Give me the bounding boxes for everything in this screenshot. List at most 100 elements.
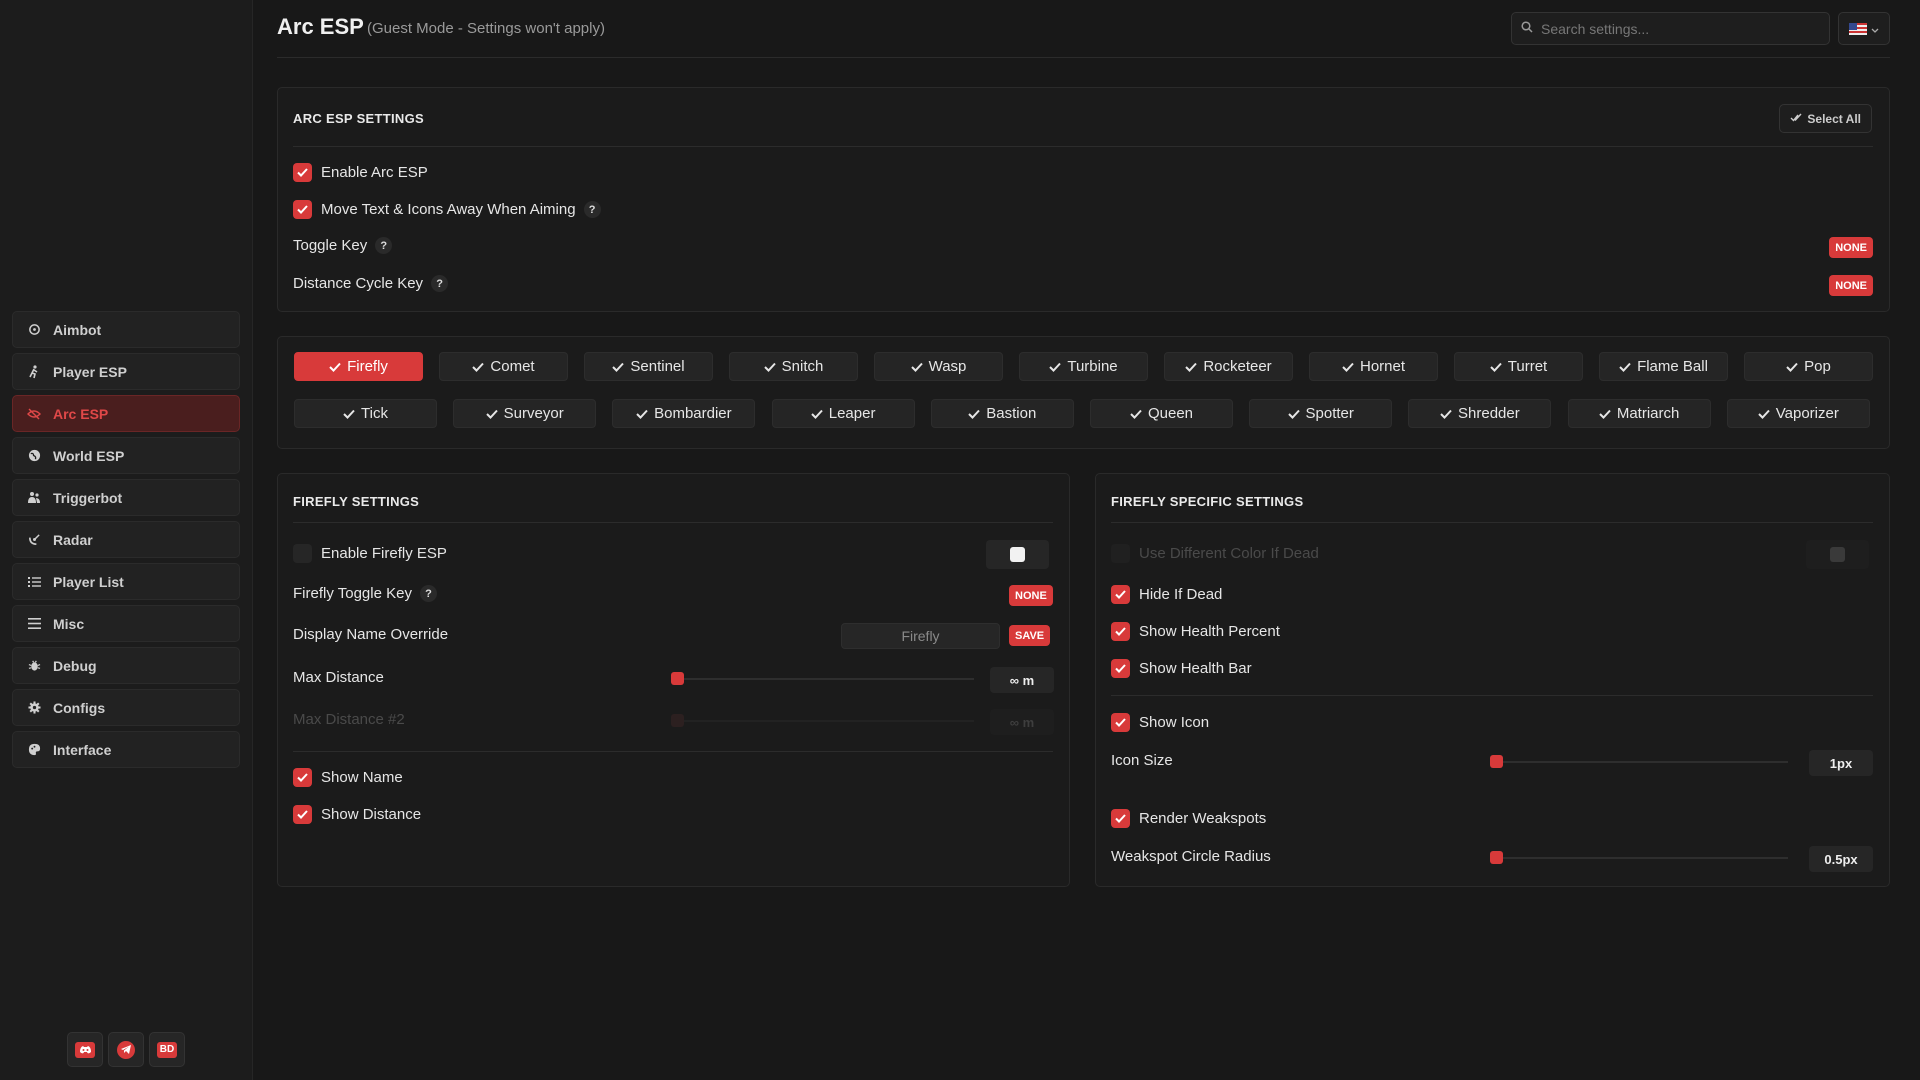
target-chip-queen[interactable]: Queen xyxy=(1090,399,1233,428)
sidebar-item-label: Misc xyxy=(53,615,85,632)
target-chip-vaporizer[interactable]: Vaporizer xyxy=(1726,399,1870,428)
icon-size-slider-track[interactable] xyxy=(1490,761,1788,763)
max-distance-value: ∞ m xyxy=(990,667,1054,693)
target-chip-pop[interactable]: Pop xyxy=(1744,352,1873,381)
target-chip-rocketeer[interactable]: Rocketeer xyxy=(1164,352,1293,381)
globe-icon xyxy=(27,449,41,463)
check-icon xyxy=(1130,409,1142,419)
sidebar-item-misc[interactable]: Misc xyxy=(12,605,240,642)
target-chip-label: Bastion xyxy=(986,405,1037,422)
display-name-save-button[interactable]: SAVE xyxy=(1009,625,1051,646)
enable-arc-esp-label: Enable Arc ESP xyxy=(321,164,428,181)
help-icon[interactable]: ? xyxy=(431,275,449,292)
move-text-checkbox[interactable] xyxy=(293,200,312,219)
show-icon-label: Show Icon xyxy=(1139,714,1210,731)
hide-if-dead-checkbox[interactable] xyxy=(1111,585,1130,604)
check-icon xyxy=(1287,409,1300,419)
discord-button[interactable] xyxy=(67,1032,103,1067)
page-header: Arc ESP (Guest Mode - Settings won't app… xyxy=(277,12,1890,58)
weakspot-radius-slider-track[interactable] xyxy=(1490,857,1788,859)
target-chip-comet[interactable]: Comet xyxy=(439,352,568,381)
enable-firefly-checkbox[interactable] xyxy=(293,544,312,563)
max-distance-slider-thumb[interactable] xyxy=(671,672,684,685)
max-distance-slider-track[interactable] xyxy=(671,678,974,680)
sidebar-nav: Aimbot Player ESP Arc ESP World ESP Trig… xyxy=(12,311,240,773)
target-chip-label: Rocketeer xyxy=(1203,358,1272,375)
sidebar-item-radar[interactable]: Radar xyxy=(12,521,240,558)
diff-color-dead-row: Use Different Color If Dead xyxy=(1111,544,1319,563)
target-chip-label: Turret xyxy=(1507,358,1548,375)
show-distance-checkbox[interactable] xyxy=(293,805,312,824)
select-all-label: Select All xyxy=(1807,111,1861,126)
telegram-button[interactable] xyxy=(108,1032,144,1067)
sidebar-item-player-list[interactable]: Player List xyxy=(12,563,240,600)
target-chip-turbine[interactable]: Turbine xyxy=(1019,352,1148,381)
sidebar-item-world-esp[interactable]: World ESP xyxy=(12,437,240,474)
firefly-color-picker[interactable] xyxy=(986,540,1049,569)
sidebar-item-aimbot[interactable]: Aimbot xyxy=(12,311,240,348)
target-chip-label: Surveyor xyxy=(503,405,564,422)
select-all-button[interactable]: Select All xyxy=(1779,104,1872,133)
firefly-toggle-key-bind-button[interactable]: NONE xyxy=(1009,585,1053,606)
divider xyxy=(293,146,1873,147)
sidebar-item-player-esp[interactable]: Player ESP xyxy=(12,353,240,390)
search-box[interactable] xyxy=(1511,12,1830,45)
weakspot-radius-slider-thumb[interactable] xyxy=(1490,851,1503,864)
target-chip-label: Tick xyxy=(361,405,388,422)
target-chip-label: Firefly xyxy=(347,358,388,375)
icon-size-slider-thumb[interactable] xyxy=(1490,755,1503,768)
distance-cycle-key-bind-button[interactable]: NONE xyxy=(1829,275,1873,296)
help-icon[interactable]: ? xyxy=(375,237,393,254)
target-chip-turret[interactable]: Turret xyxy=(1454,352,1583,381)
target-chip-label: Shredder xyxy=(1458,405,1520,422)
sidebar-item-interface[interactable]: Interface xyxy=(12,731,240,768)
toggle-key-bind-button[interactable]: NONE xyxy=(1829,237,1873,258)
target-chip-hornet[interactable]: Hornet xyxy=(1309,352,1438,381)
max-distance-2-slider-track xyxy=(671,720,974,722)
target-chip-surveyor[interactable]: Surveyor xyxy=(453,399,597,428)
check-icon xyxy=(1490,362,1502,372)
target-chip-firefly[interactable]: Firefly xyxy=(294,352,423,381)
sidebar-item-label: Radar xyxy=(53,531,93,548)
target-chip-wasp[interactable]: Wasp xyxy=(874,352,1003,381)
page-title: Arc ESP xyxy=(277,14,364,39)
panel-title: ARC ESP SETTINGS xyxy=(293,111,424,126)
show-icon-checkbox[interactable] xyxy=(1111,713,1130,732)
sidebar-item-debug[interactable]: Debug xyxy=(12,647,240,684)
show-name-checkbox[interactable] xyxy=(293,768,312,787)
target-chip-snitch[interactable]: Snitch xyxy=(729,352,858,381)
target-chip-label: Flame Ball xyxy=(1637,358,1708,375)
render-weakspots-checkbox[interactable] xyxy=(1111,809,1130,828)
max-distance-2-label: Max Distance #2 xyxy=(293,711,405,728)
help-icon[interactable]: ? xyxy=(583,201,601,218)
sidebar-item-label: Player ESP xyxy=(53,363,127,380)
sidebar-item-triggerbot[interactable]: Triggerbot xyxy=(12,479,240,516)
display-name-input[interactable] xyxy=(841,623,1000,649)
search-input[interactable] xyxy=(1541,20,1811,37)
help-icon[interactable]: ? xyxy=(419,585,437,602)
bd-button[interactable]: BD xyxy=(149,1032,185,1067)
target-chip-spotter[interactable]: Spotter xyxy=(1249,399,1393,428)
enable-firefly-row: Enable Firefly ESP xyxy=(293,544,447,563)
target-chip-sentinel[interactable]: Sentinel xyxy=(584,352,713,381)
show-health-percent-checkbox[interactable] xyxy=(1111,622,1130,641)
language-selector[interactable] xyxy=(1838,12,1890,45)
menu-icon xyxy=(27,617,41,631)
target-chip-bastion[interactable]: Bastion xyxy=(930,399,1074,428)
check-icon xyxy=(1619,362,1631,372)
list-icon xyxy=(27,575,41,589)
target-chip-matriarch[interactable]: Matriarch xyxy=(1567,399,1711,428)
target-chip-flame-ball[interactable]: Flame Ball xyxy=(1599,352,1728,381)
enable-arc-esp-checkbox[interactable] xyxy=(293,163,312,182)
chevron-down-icon xyxy=(1871,20,1879,37)
target-chip-tick[interactable]: Tick xyxy=(294,399,437,428)
show-health-bar-checkbox[interactable] xyxy=(1111,659,1130,678)
sidebar-item-arc-esp[interactable]: Arc ESP xyxy=(12,395,240,432)
divider xyxy=(293,522,1053,523)
target-chip-leaper[interactable]: Leaper xyxy=(771,399,915,428)
sidebar-item-configs[interactable]: Configs xyxy=(12,689,240,726)
sidebar-item-label: Debug xyxy=(53,657,97,674)
target-chip-shredder[interactable]: Shredder xyxy=(1408,399,1552,428)
us-flag-icon xyxy=(1849,22,1867,35)
target-chip-bombardier[interactable]: Bombardier xyxy=(612,399,756,428)
